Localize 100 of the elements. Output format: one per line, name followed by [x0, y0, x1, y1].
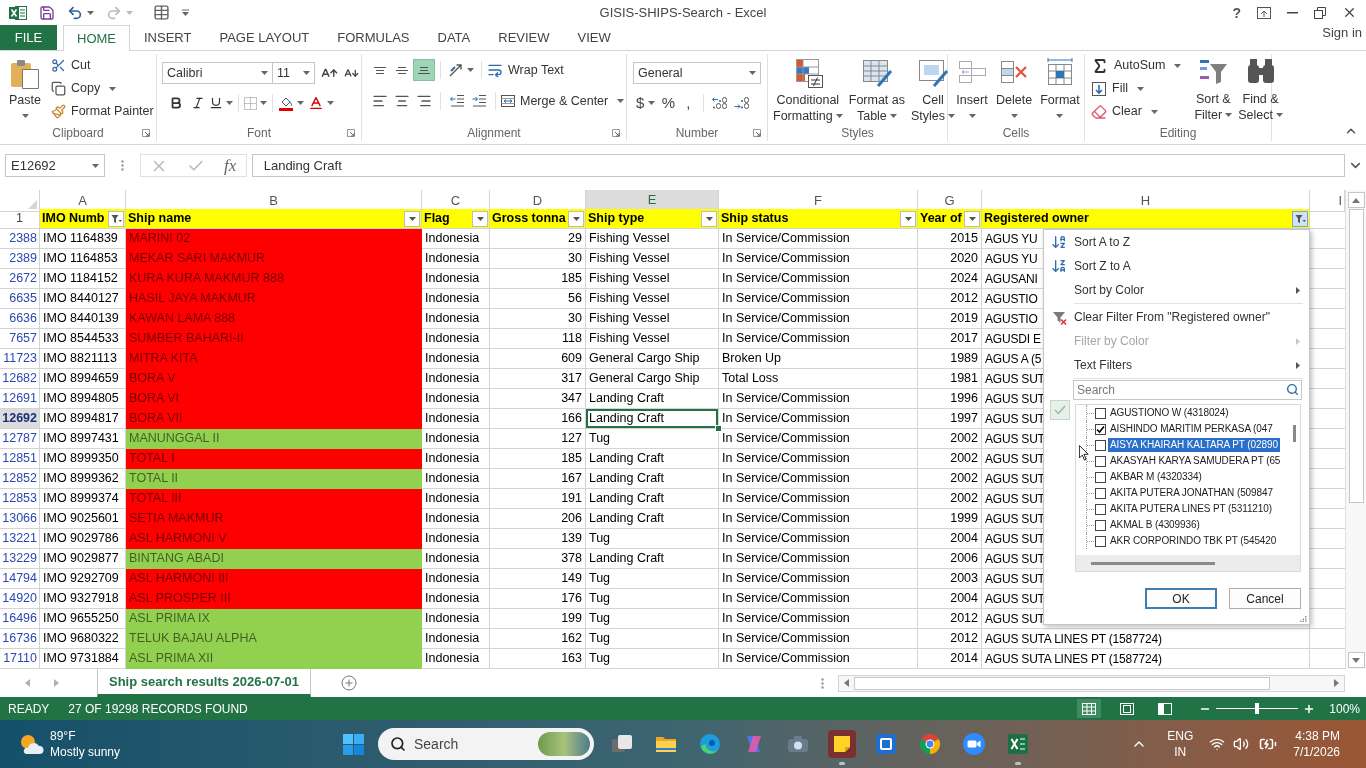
dialog-launcher-icon[interactable]	[142, 129, 150, 137]
editing-button[interactable]: AutoSum	[1091, 54, 1182, 77]
ribbon-tab[interactable]: HOME	[63, 25, 130, 51]
file-tab[interactable]: FILE	[0, 25, 57, 50]
filter-button[interactable]	[472, 210, 488, 227]
table-cell: Landing Craft	[586, 389, 719, 409]
help-button[interactable]: ?	[1232, 5, 1241, 20]
customize-toolbar-button[interactable]	[182, 9, 189, 16]
ribbon-tab[interactable]: INSERT	[130, 25, 206, 50]
value-label[interactable]: AKASYAH KARYA SAMUDERA PT (65	[1108, 454, 1283, 468]
font-name-dropdown[interactable]: Calibri	[162, 62, 273, 84]
filter-button[interactable]	[568, 210, 584, 227]
checkbox[interactable]	[1095, 455, 1106, 467]
fill-handle[interactable]	[715, 425, 722, 432]
dialog-button[interactable]: Cancel	[1229, 588, 1301, 609]
wrap-text-button[interactable]: Wrap Text	[487, 58, 564, 82]
dialog-launcher-icon[interactable]	[612, 129, 620, 137]
selected-cell[interactable]: Landing Craft	[586, 409, 719, 429]
checkbox[interactable]	[1095, 407, 1106, 419]
scroll-up-button[interactable]	[1347, 192, 1365, 208]
checkbox[interactable]	[1095, 519, 1106, 531]
name-box[interactable]: E12692	[5, 154, 105, 177]
dialog-button[interactable]: OK	[1145, 588, 1217, 609]
number-style-button[interactable]: ,	[678, 92, 699, 114]
undo-button[interactable]	[67, 4, 94, 21]
cells-button[interactable]: Insert	[953, 55, 991, 125]
value-label[interactable]: AKITA PUTERA JONATHAN (509847	[1108, 486, 1275, 500]
value-label[interactable]: AGUSTIONO W (4318024)	[1108, 406, 1231, 420]
restore-button[interactable]	[1314, 6, 1326, 19]
ribbon-tab[interactable]: FORMULAS	[323, 25, 424, 50]
form-button[interactable]	[153, 4, 170, 21]
filter-button[interactable]	[900, 210, 916, 227]
checkbox[interactable]	[1095, 439, 1106, 451]
filter-button[interactable]	[964, 210, 980, 227]
ribbon-tab[interactable]: VIEW	[563, 25, 625, 50]
editing-menu-button[interactable]: Sort & Filter	[1191, 54, 1236, 125]
scrollbar-thumb[interactable]	[1348, 209, 1364, 503]
table-cell: 30	[490, 309, 586, 329]
checkbox[interactable]	[1095, 503, 1106, 515]
cells-button[interactable]: Delete	[993, 55, 1036, 125]
filter-button[interactable]	[1292, 210, 1308, 227]
zoom-in-button[interactable]	[1303, 702, 1316, 715]
list-scrollbar-thumb[interactable]	[1292, 425, 1296, 442]
number-style-button[interactable]: $	[633, 92, 659, 114]
checkbox[interactable]	[1095, 423, 1106, 435]
filter-button[interactable]	[701, 210, 717, 227]
ribbon-display-button[interactable]	[1257, 6, 1271, 19]
number-format-dropdown[interactable]: General	[633, 62, 761, 84]
filter-button[interactable]	[404, 210, 420, 227]
format-painter-button[interactable]: Format Painter	[51, 100, 154, 123]
insert-function-button[interactable]: fx	[223, 157, 237, 174]
copy-button[interactable]: Copy	[51, 77, 154, 100]
cut-button[interactable]: Cut	[51, 54, 154, 77]
zoom-slider[interactable]	[1216, 703, 1299, 714]
row-number: 12852	[0, 469, 40, 489]
table-cell: 176	[490, 589, 586, 609]
search-field[interactable]: Search	[1073, 380, 1302, 400]
value-label[interactable]: AKBAR M (4320334)	[1108, 470, 1204, 484]
table-cell: General Cargo Ship	[586, 349, 719, 369]
list-horizontal-scrollbar-thumb[interactable]	[1091, 561, 1215, 565]
view-button[interactable]	[1077, 699, 1102, 718]
ribbon-tab[interactable]: PAGE LAYOUT	[205, 25, 324, 50]
plus-icon	[1303, 702, 1316, 715]
font-size-dropdown[interactable]: 11	[273, 62, 315, 84]
caret-icon	[327, 101, 334, 105]
ribbon-tab[interactable]: REVIEW	[484, 25, 564, 50]
caret-icon	[572, 216, 580, 221]
weather-condition: Mostly sunny	[50, 744, 121, 760]
close-button[interactable]	[1342, 5, 1357, 20]
checkbox[interactable]	[1095, 535, 1106, 547]
new-sheet-button[interactable]	[341, 675, 358, 691]
save-button[interactable]	[39, 4, 55, 21]
ribbon-tab[interactable]: DATA	[423, 25, 485, 50]
zoom-slider-thumb[interactable]	[1255, 703, 1260, 714]
sign-in-link[interactable]: Sign in	[1322, 22, 1362, 42]
resize-grip-icon[interactable]	[1300, 615, 1307, 622]
filter-button[interactable]	[108, 210, 124, 227]
paste-button[interactable]: Paste	[4, 54, 46, 125]
dialog-launcher-icon[interactable]	[347, 129, 355, 137]
style-button[interactable]: Format as Table	[845, 55, 908, 125]
scroll-down-button[interactable]	[1347, 652, 1365, 668]
number-style-button[interactable]: %	[658, 92, 679, 114]
dialog-launcher-icon[interactable]	[753, 129, 761, 137]
scrollbar-thumb[interactable]	[854, 676, 1270, 690]
cells-button[interactable]: Format	[1037, 55, 1083, 125]
value-label[interactable]: AKR CORPORINDO TBK PT (545420	[1108, 534, 1279, 548]
editing-button[interactable]: Clear	[1091, 100, 1182, 123]
merge-center-button[interactable]: Merge & Center	[501, 89, 625, 113]
value-label[interactable]: AISYA KHAIRAH KALTARA PT (02890	[1108, 438, 1280, 452]
caret-icon	[21, 114, 29, 118]
checkbox[interactable]	[1095, 471, 1106, 483]
table-cell: MEKAR SARI MAKMUR	[126, 249, 422, 269]
style-button[interactable]: Conditional Formatting	[770, 55, 846, 125]
editing-button[interactable]: Fill	[1091, 77, 1182, 100]
formula-input[interactable]: Landing Craft	[251, 154, 1346, 177]
value-label[interactable]: AKMAL B (4309936)	[1108, 518, 1202, 532]
sheet-tab[interactable]: Ship search results 2026-07-01	[97, 669, 312, 697]
editing-menu-button[interactable]: Find & Select	[1235, 54, 1286, 125]
vertical-align-button[interactable]	[413, 59, 435, 81]
checkbox[interactable]	[1095, 487, 1106, 499]
